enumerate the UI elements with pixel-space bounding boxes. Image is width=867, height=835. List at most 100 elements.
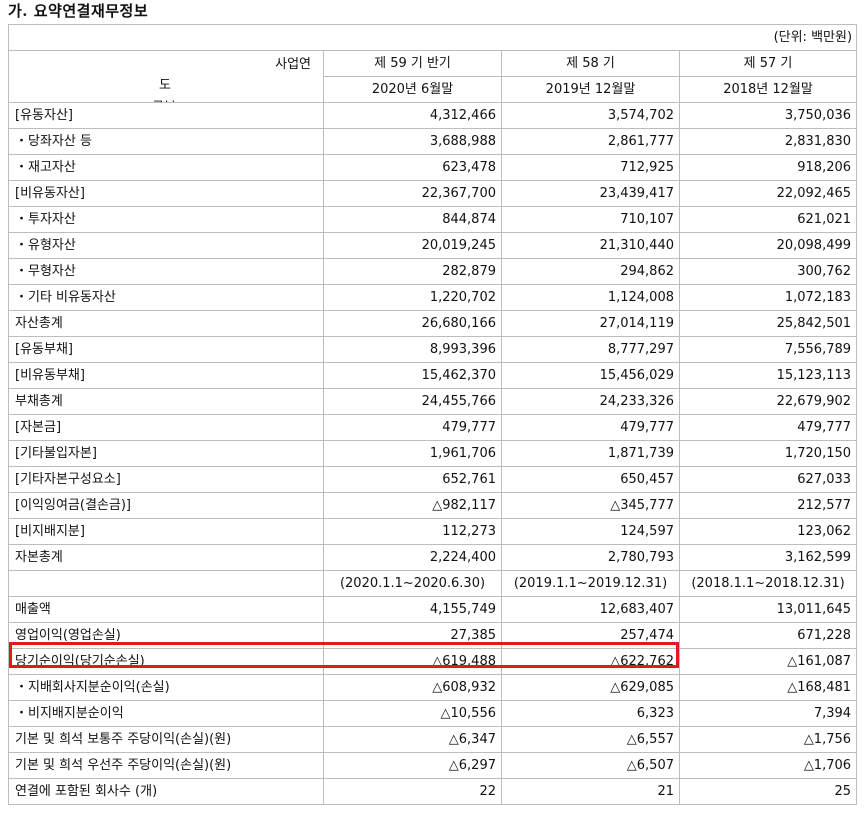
value-cell: △1,706 [678, 752, 858, 779]
value-cell: 112,273 [323, 518, 502, 545]
income-row: ・지배회사지분순이익(손실) △608,932 △629,085 △168,481 [8, 674, 858, 701]
balance-row: ・기타 비유동자산 1,220,702 1,124,008 1,072,183 [8, 284, 858, 311]
value-cell: △629,085 [501, 674, 680, 701]
row-label: ・재고자산 [8, 154, 324, 181]
balance-row: ・투자자산 844,874 710,107 621,021 [8, 206, 858, 233]
value-cell: △10,556 [323, 700, 502, 727]
value-cell: 479,777 [501, 414, 680, 441]
balance-row: 부채총계 24,455,766 24,233,326 22,679,902 [8, 388, 858, 415]
income-period-cell: (2019.1.1~2019.12.31) [501, 570, 680, 597]
value-cell: 23,439,417 [501, 180, 680, 207]
row-label: [기타불입자본] [8, 440, 324, 467]
value-cell: 1,961,706 [323, 440, 502, 467]
value-cell: 13,011,645 [678, 596, 858, 623]
row-label: ・투자자산 [8, 206, 324, 233]
value-cell: 212,577 [678, 492, 858, 519]
value-cell: 15,462,370 [323, 362, 502, 389]
value-cell: 124,597 [501, 518, 680, 545]
value-cell: 27,385 [323, 622, 502, 649]
value-cell: 123,062 [678, 518, 858, 545]
value-cell: 4,312,466 [323, 102, 502, 129]
balance-row: [유동자산] 4,312,466 3,574,702 3,750,036 [8, 102, 858, 129]
row-label: ・유형자산 [8, 232, 324, 259]
value-cell: △619,488 [323, 648, 502, 675]
value-cell: 26,680,166 [323, 310, 502, 337]
header-corner-cell: 사업연 도 구분 [8, 50, 324, 103]
value-cell: 15,123,113 [678, 362, 858, 389]
income-row: 매출액 4,155,749 12,683,407 13,011,645 [8, 596, 858, 623]
row-label: [기타자본구성요소] [8, 466, 324, 493]
value-cell: 7,556,789 [678, 336, 858, 363]
value-cell: 20,098,499 [678, 232, 858, 259]
value-cell: △6,557 [501, 726, 680, 753]
unit-label: (단위: 백만원) [7, 24, 858, 51]
row-label: [유동자산] [8, 102, 324, 129]
value-cell: 12,683,407 [501, 596, 680, 623]
value-cell: 844,874 [323, 206, 502, 233]
value-cell: 15,456,029 [501, 362, 680, 389]
row-label: [이익잉여금(결손금)] [8, 492, 324, 519]
section-heading: 가. 요약연결재무정보 [8, 2, 149, 20]
value-cell: 20,019,245 [323, 232, 502, 259]
balance-row: ・무형자산 282,879 294,862 300,762 [8, 258, 858, 285]
row-label: [자본금] [8, 414, 324, 441]
value-cell: △1,756 [678, 726, 858, 753]
value-cell: 712,925 [501, 154, 680, 181]
value-cell: △622,762 [501, 648, 680, 675]
value-cell: 1,072,183 [678, 284, 858, 311]
row-label: ・당좌자산 등 [8, 128, 324, 155]
value-cell: 652,761 [323, 466, 502, 493]
income-period-row: (2020.1.1~2020.6.30) (2019.1.1~2019.12.31… [8, 570, 858, 597]
balance-row: ・재고자산 623,478 712,925 918,206 [8, 154, 858, 181]
date-header: 2020년 6월말 [323, 76, 502, 103]
value-cell: 24,233,326 [501, 388, 680, 415]
value-cell: 282,879 [323, 258, 502, 285]
income-period-cell: (2020.1.1~2020.6.30) [323, 570, 502, 597]
income-period-cell: (2018.1.1~2018.12.31) [678, 570, 858, 597]
value-cell: 8,993,396 [323, 336, 502, 363]
value-cell: △608,932 [323, 674, 502, 701]
value-cell: 8,777,297 [501, 336, 680, 363]
value-cell: 27,014,119 [501, 310, 680, 337]
value-cell: 3,162,599 [678, 544, 858, 571]
row-label: 당기순이익(당기순손실) [8, 648, 324, 675]
value-cell: 2,780,793 [501, 544, 680, 571]
row-label: [유동부채] [8, 336, 324, 363]
summary-financial-table: (단위: 백만원) 사업연 도 구분 제 59 기 반기 제 58 기 제 57… [7, 24, 858, 805]
row-label: 기본 및 희석 우선주 주당이익(손실)(원) [8, 752, 324, 779]
period-header: 제 58 기 [501, 50, 680, 77]
row-label: [비지배지분] [8, 518, 324, 545]
value-cell: 621,021 [678, 206, 858, 233]
value-cell: 22,092,465 [678, 180, 858, 207]
value-cell: 623,478 [323, 154, 502, 181]
value-cell: 3,574,702 [501, 102, 680, 129]
value-cell: 25 [678, 778, 858, 805]
value-cell: 710,107 [501, 206, 680, 233]
unit-row: (단위: 백만원) [7, 24, 858, 51]
value-cell: 479,777 [678, 414, 858, 441]
value-cell: 627,033 [678, 466, 858, 493]
value-cell: 25,842,501 [678, 310, 858, 337]
value-cell: 24,455,766 [323, 388, 502, 415]
value-cell: 22 [323, 778, 502, 805]
row-label: 자산총계 [8, 310, 324, 337]
period-header: 제 59 기 반기 [323, 50, 502, 77]
row-label: [비유동자산] [8, 180, 324, 207]
row-label: 기본 및 희석 보통주 주당이익(손실)(원) [8, 726, 324, 753]
income-row: 기본 및 희석 우선주 주당이익(손실)(원) △6,297 △6,507 △1,70… [8, 752, 858, 779]
value-cell: 294,862 [501, 258, 680, 285]
value-cell: △6,507 [501, 752, 680, 779]
balance-row: [이익잉여금(결손금)] △982,117 △345,777 212,577 [8, 492, 858, 519]
row-label: ・지배회사지분순이익(손실) [8, 674, 324, 701]
date-header: 2019년 12월말 [501, 76, 680, 103]
value-cell: 257,474 [501, 622, 680, 649]
value-cell: 479,777 [323, 414, 502, 441]
row-label: ・기타 비유동자산 [8, 284, 324, 311]
balance-row: [비유동부채] 15,462,370 15,456,029 15,123,113 [8, 362, 858, 389]
balance-row: ・당좌자산 등 3,688,988 2,861,777 2,831,830 [8, 128, 858, 155]
period-header: 제 57 기 [678, 50, 858, 77]
date-header: 2018년 12월말 [678, 76, 858, 103]
value-cell: 3,750,036 [678, 102, 858, 129]
blank-cell [8, 570, 324, 597]
value-cell: △168,481 [678, 674, 858, 701]
